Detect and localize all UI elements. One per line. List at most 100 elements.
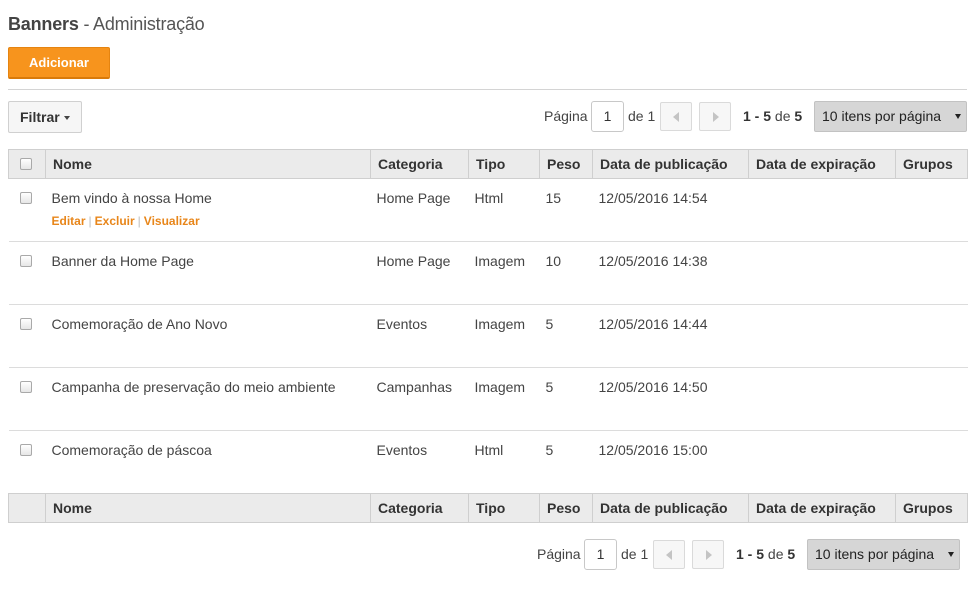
banner-publish-date: 12/05/2016 14:50: [592, 367, 749, 431]
table-header-row: Nome Categoria Tipo Peso Data de publica…: [8, 149, 968, 179]
banner-publish-date: 12/05/2016 14:54: [592, 178, 749, 242]
banner-name: Banner da Home Page: [45, 241, 371, 305]
column-header-tipo[interactable]: Tipo: [468, 149, 540, 179]
banner-name: Bem vindo à nossa Home: [51, 190, 212, 206]
banners-table: Nome Categoria Tipo Peso Data de publica…: [8, 149, 968, 494]
table-row: Campanha de preservação do meio ambiente…: [8, 367, 968, 431]
banner-type: Html: [468, 430, 540, 494]
column-header-peso[interactable]: Peso: [539, 149, 593, 179]
column-footer-nome[interactable]: Nome: [45, 493, 371, 523]
banner-publish-date: 12/05/2016 14:44: [592, 304, 749, 368]
column-header-data-publicacao[interactable]: Data de publicação: [592, 149, 749, 179]
banner-name: Campanha de preservação do meio ambiente: [45, 367, 371, 431]
chevron-right-icon: [706, 550, 712, 560]
banner-weight: 5: [539, 304, 593, 368]
prev-page-button[interactable]: [653, 540, 685, 569]
add-button[interactable]: Adicionar: [8, 47, 110, 79]
banner-type: Imagem: [468, 367, 540, 431]
banner-expire-date: [748, 178, 896, 242]
caret-down-icon: [64, 116, 70, 120]
banner-category: Campanhas: [370, 367, 469, 431]
banner-category: Home Page: [370, 241, 469, 305]
select-all-checkbox[interactable]: [20, 158, 32, 170]
item-range: 1 - 5: [743, 108, 772, 124]
banner-category: Eventos: [370, 304, 469, 368]
filter-label: Filtrar: [20, 109, 60, 125]
column-footer-categoria[interactable]: Categoria: [370, 493, 469, 523]
table-row: Comemoração de Ano Novo Eventos Imagem 5…: [8, 304, 968, 368]
banner-expire-date: [748, 430, 896, 494]
column-header-grupos[interactable]: Grupos: [895, 149, 968, 179]
per-page-value: 10 itens por página: [815, 546, 935, 562]
page-title-subtitle: - Administração: [78, 14, 205, 34]
banner-type: Imagem: [468, 241, 540, 305]
dropdown-arrow-icon: [955, 114, 961, 119]
banner-groups: [895, 304, 968, 368]
banner-name: Comemoração de páscoa: [45, 430, 371, 494]
row-checkbox[interactable]: [19, 381, 32, 393]
item-range: 1 - 5: [736, 546, 765, 562]
table-footer: Nome Categoria Tipo Peso Data de publica…: [8, 493, 968, 523]
prev-page-button[interactable]: [660, 102, 692, 131]
banner-publish-date: 12/05/2016 14:38: [592, 241, 749, 305]
column-footer-grupos[interactable]: Grupos: [895, 493, 968, 523]
column-footer-tipo[interactable]: Tipo: [468, 493, 540, 523]
column-header-data-expiracao[interactable]: Data de expiração: [748, 149, 896, 179]
select-all-cell: [8, 149, 46, 179]
table-row: Comemoração de páscoa Eventos Html 5 12/…: [8, 430, 968, 494]
chevron-left-icon: [673, 112, 679, 122]
column-footer-data-expiracao[interactable]: Data de expiração: [748, 493, 896, 523]
banner-weight: 10: [539, 241, 593, 305]
column-footer-data-publicacao[interactable]: Data de publicação: [592, 493, 749, 523]
table-row: Banner da Home Page Home Page Imagem 10 …: [8, 241, 968, 305]
banner-category: Home Page: [370, 178, 469, 242]
page-label: Página: [544, 108, 588, 124]
row-checkbox[interactable]: [19, 444, 32, 456]
edit-link[interactable]: Editar: [52, 214, 86, 228]
item-total: 5: [787, 546, 796, 562]
row-checkbox[interactable]: [19, 255, 32, 267]
item-count: 1 - 5 de 5: [736, 539, 795, 570]
footer-empty-cell: [8, 493, 46, 523]
page-total-label: de 1: [621, 546, 649, 562]
banner-groups: [895, 178, 968, 242]
next-page-button[interactable]: [699, 102, 731, 131]
banner-groups: [895, 430, 968, 494]
table-row: Bem vindo à nossa Home Editar | Excluir | Vi…: [8, 178, 968, 242]
column-footer-peso[interactable]: Peso: [539, 493, 593, 523]
banner-name: Comemoração de Ano Novo: [45, 304, 371, 368]
delete-link[interactable]: Excluir: [95, 214, 135, 228]
per-page-select[interactable]: 10 itens por página: [814, 101, 967, 132]
chevron-right-icon: [713, 112, 719, 122]
page-label: Página: [537, 546, 581, 562]
page-number-input[interactable]: 1: [584, 539, 617, 570]
action-separator: |: [88, 214, 92, 228]
row-checkbox[interactable]: [19, 192, 32, 204]
banner-groups: [895, 367, 968, 431]
banner-expire-date: [748, 241, 896, 305]
item-count-de: de: [774, 108, 791, 124]
chevron-left-icon: [666, 550, 672, 560]
banner-expire-date: [748, 304, 896, 368]
view-link[interactable]: Visualizar: [144, 214, 200, 228]
column-header-categoria[interactable]: Categoria: [370, 149, 469, 179]
banner-expire-date: [748, 367, 896, 431]
banner-weight: 5: [539, 367, 593, 431]
banner-weight: 15: [539, 178, 593, 242]
page-title-main: Banners: [8, 14, 79, 34]
banner-category: Eventos: [370, 430, 469, 494]
row-checkbox[interactable]: [19, 318, 32, 330]
column-header-nome[interactable]: Nome: [45, 149, 371, 179]
item-count-de: de: [767, 546, 784, 562]
dropdown-arrow-icon: [948, 552, 954, 557]
banner-type: Imagem: [468, 304, 540, 368]
banner-type: Html: [468, 178, 540, 242]
next-page-button[interactable]: [692, 540, 724, 569]
pager-bottom: Página 1 de 1 1 - 5 de 5 10 itens por pá…: [537, 539, 960, 570]
per-page-select[interactable]: 10 itens por página: [807, 539, 960, 570]
banner-groups: [895, 241, 968, 305]
filter-button[interactable]: Filtrar: [8, 101, 82, 133]
banner-weight: 5: [539, 430, 593, 494]
item-total: 5: [794, 108, 803, 124]
page-number-input[interactable]: 1: [591, 101, 624, 132]
